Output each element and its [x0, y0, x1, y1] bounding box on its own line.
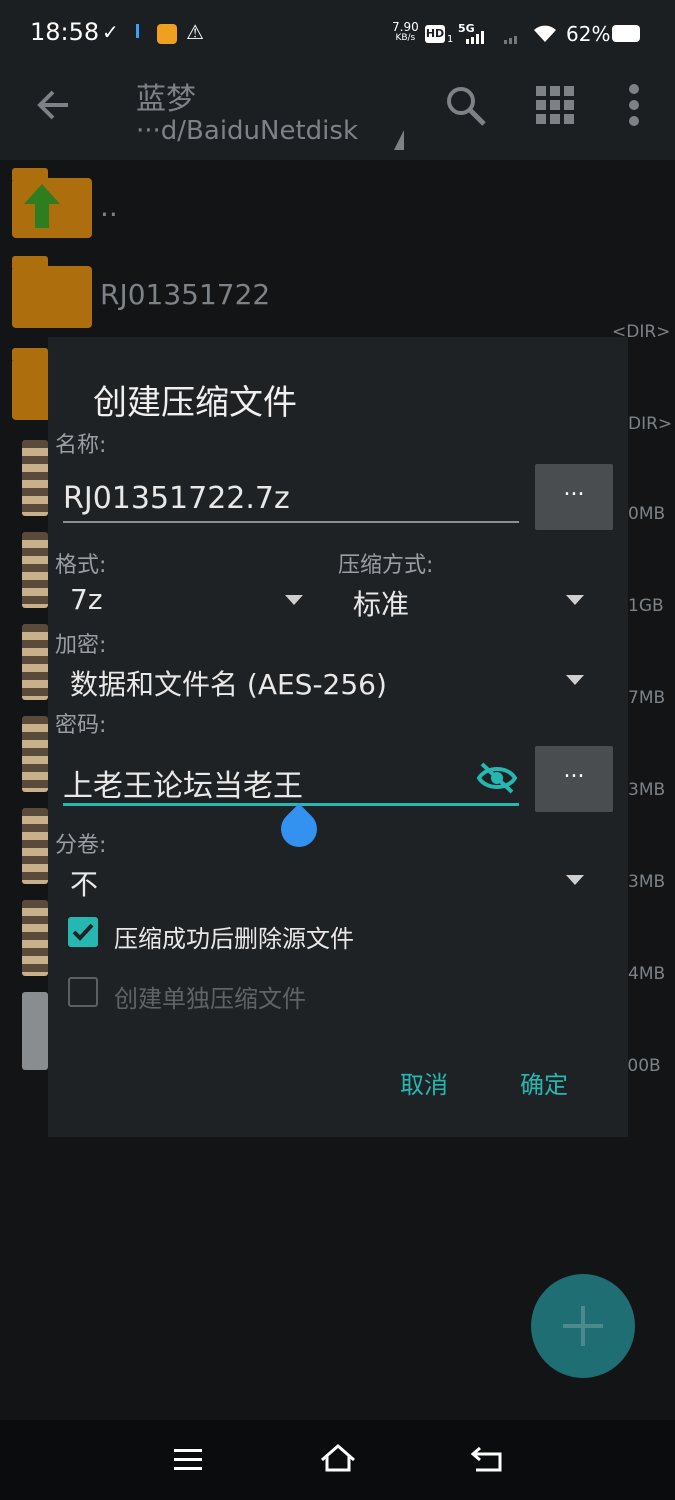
- compression-method-select[interactable]: 标准: [338, 577, 598, 623]
- app-title: 蓝梦: [136, 82, 196, 117]
- file-size: 4MB: [628, 964, 666, 984]
- chevron-down-icon: [566, 595, 584, 605]
- clock: 18:58: [30, 18, 100, 46]
- file-size: 3MB: [628, 780, 666, 800]
- document-icon: [22, 992, 48, 1070]
- dialog-title: 创建压缩文件: [93, 383, 297, 423]
- archive-icon: [22, 900, 48, 976]
- chevron-down-icon: [566, 675, 584, 685]
- net-speed: 7.90 KB/s: [392, 20, 419, 44]
- split-value: 不: [70, 868, 99, 901]
- ok-button[interactable]: 确定: [520, 1065, 568, 1100]
- password-input[interactable]: 上老王论坛当老王: [63, 761, 303, 805]
- encryption-select[interactable]: 数据和文件名 (AES-256): [55, 657, 598, 703]
- password-label: 密码:: [55, 713, 107, 738]
- archive-icon: [22, 532, 48, 608]
- name-input[interactable]: RJ01351722.7z: [63, 481, 290, 516]
- folder-icon: [12, 256, 92, 328]
- split-label: 分卷:: [55, 833, 107, 858]
- add-fab-button[interactable]: [531, 1274, 635, 1378]
- parent-folder-icon: [12, 168, 92, 238]
- status-bar: 18:58 ✓ ⚠ 7.90 KB/s HD 1 5G 62%: [0, 0, 675, 68]
- list-item[interactable]: ..: [0, 160, 675, 250]
- archive-icon: [22, 624, 48, 700]
- create-archive-dialog: 创建压缩文件 名称: RJ01351722.7z ... 格式: 压缩方式: 7…: [48, 337, 628, 1137]
- delete-source-checkbox[interactable]: [68, 917, 98, 947]
- browse-password-button[interactable]: ...: [535, 746, 613, 812]
- browse-name-button[interactable]: ...: [535, 464, 613, 530]
- home-icon[interactable]: [318, 1442, 358, 1474]
- archive-icon: [22, 808, 48, 884]
- file-name: RJ01351722: [100, 278, 271, 311]
- menu-icon[interactable]: [172, 1446, 204, 1474]
- separate-archives-checkbox-row[interactable]: 创建单独压缩文件: [66, 975, 586, 1015]
- signal-icon: [466, 31, 517, 44]
- app-bar: 蓝梦 ···d/BaiduNetdisk: [0, 68, 675, 160]
- encryption-label: 加密:: [55, 633, 107, 658]
- grid-view-icon[interactable]: [534, 84, 576, 126]
- name-label: 名称:: [55, 433, 107, 458]
- net-speed-unit: KB/s: [395, 33, 416, 43]
- cancel-button[interactable]: 取消: [400, 1065, 448, 1100]
- more-options-icon[interactable]: [624, 84, 644, 126]
- wifi-icon: [534, 25, 556, 42]
- archive-icon: [22, 716, 48, 792]
- separate-archives-label: 创建单独压缩文件: [114, 985, 306, 1013]
- archive-icon: [22, 440, 48, 516]
- back-arrow-icon[interactable]: [36, 88, 70, 122]
- format-label: 格式:: [55, 553, 107, 578]
- sim-slot: 1: [447, 34, 454, 45]
- net-speed-value: 7.90: [392, 20, 419, 34]
- battery-percent: 62%: [566, 22, 611, 46]
- compression-method-label: 压缩方式:: [338, 553, 434, 578]
- search-icon[interactable]: [444, 84, 488, 128]
- name-input-underline: [63, 521, 519, 523]
- current-path[interactable]: ···d/BaiduNetdisk: [136, 116, 358, 146]
- file-size: 1GB: [628, 596, 664, 616]
- download-done-icon: ✓: [102, 20, 119, 44]
- indicator-icon: [136, 24, 139, 38]
- format-select[interactable]: 7z: [55, 577, 315, 623]
- file-size: 3MB: [628, 872, 666, 892]
- encryption-value: 数据和文件名 (AES-256): [70, 668, 387, 701]
- path-dropdown-icon[interactable]: [394, 130, 404, 150]
- visibility-off-icon[interactable]: [476, 761, 518, 795]
- chevron-down-icon: [285, 595, 303, 605]
- split-select[interactable]: 不: [55, 857, 598, 903]
- hd-icon: HD: [425, 25, 445, 43]
- separate-archives-checkbox[interactable]: [68, 977, 98, 1007]
- battery-icon: [612, 25, 640, 42]
- method-value: 标准: [353, 588, 410, 621]
- text-cursor-handle[interactable]: [273, 803, 325, 855]
- file-size: 0MB: [628, 504, 666, 524]
- back-icon[interactable]: [470, 1444, 504, 1474]
- password-input-underline: [63, 803, 519, 806]
- file-size: DIR>: [628, 414, 673, 434]
- system-nav-bar: [0, 1420, 675, 1500]
- file-size: 7MB: [628, 688, 666, 708]
- delete-source-label: 压缩成功后删除源文件: [114, 925, 354, 953]
- chevron-down-icon: [566, 875, 584, 885]
- delete-source-checkbox-row[interactable]: 压缩成功后删除源文件: [66, 915, 586, 955]
- file-name: ..: [100, 190, 118, 223]
- warning-icon: ⚠: [186, 20, 204, 44]
- format-value: 7z: [70, 583, 103, 616]
- app-notification-icon: [157, 24, 177, 44]
- list-item[interactable]: RJ01351722 <DIR>: [0, 252, 675, 342]
